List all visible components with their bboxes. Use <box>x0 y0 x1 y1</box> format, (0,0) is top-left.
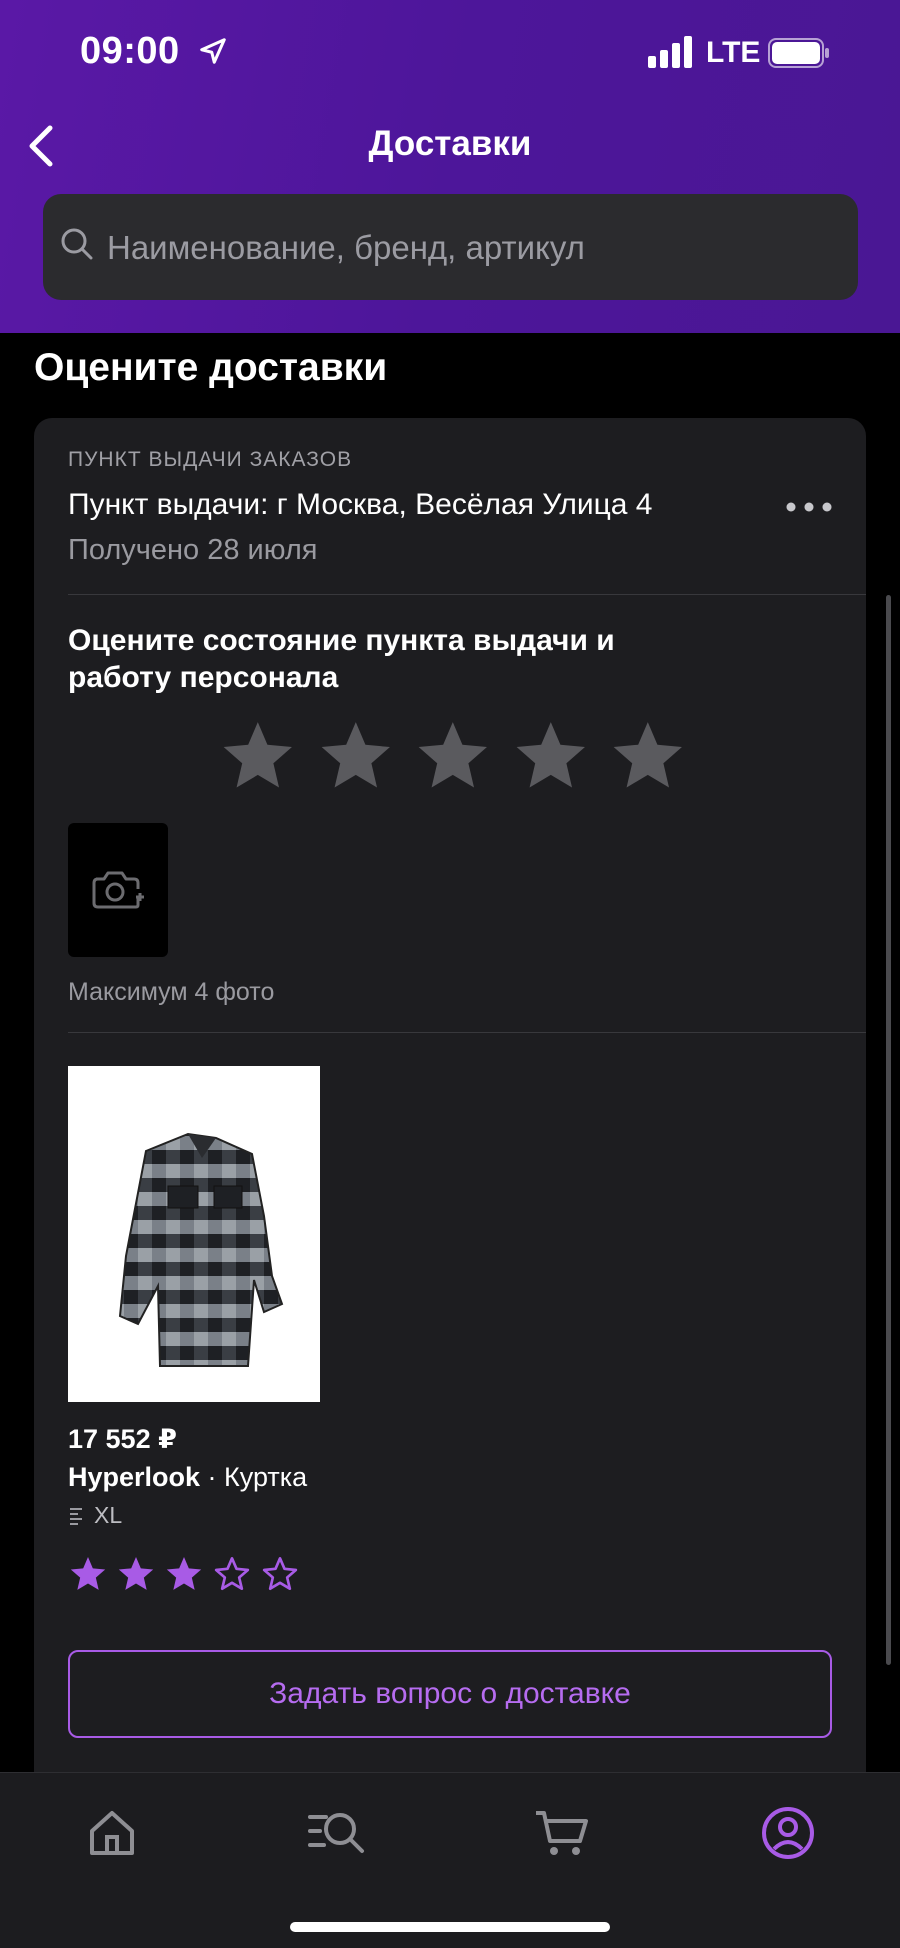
divider <box>68 594 866 595</box>
battery-icon <box>768 38 829 68</box>
product-size: XL <box>68 1502 122 1529</box>
signal-icon <box>648 36 692 68</box>
ask-delivery-question-button[interactable]: Задать вопрос о доставке <box>68 1650 832 1738</box>
brand-separator: · <box>200 1462 225 1492</box>
profile-icon[interactable] <box>758 1803 818 1863</box>
scrollbar[interactable] <box>886 595 891 1665</box>
star-outline-icon[interactable] <box>212 1554 252 1594</box>
product-image[interactable] <box>68 1066 320 1402</box>
star-icon[interactable] <box>413 716 493 796</box>
star-icon[interactable] <box>511 716 591 796</box>
star-icon[interactable] <box>608 716 688 796</box>
received-date: Получено 28 июля <box>68 534 318 566</box>
star-outline-icon[interactable] <box>260 1554 300 1594</box>
section-title: Оцените доставки <box>34 346 388 389</box>
product-price: 17 552 ₽ <box>68 1424 177 1454</box>
camera-plus-icon <box>92 871 144 909</box>
more-options-icon[interactable] <box>784 496 834 518</box>
star-icon[interactable] <box>218 716 298 796</box>
home-indicator <box>290 1922 610 1932</box>
add-photo-button[interactable] <box>68 823 168 957</box>
star-filled-icon[interactable] <box>68 1554 108 1594</box>
cart-icon[interactable] <box>532 1803 592 1863</box>
divider <box>68 1032 866 1033</box>
plaid-jacket-image <box>118 1132 284 1367</box>
product-name: Куртка <box>224 1462 308 1492</box>
rating-prompt: Оцените состояние пункта выдачи и работу… <box>68 624 615 694</box>
star-filled-icon[interactable] <box>164 1554 204 1594</box>
product-brand-line: Hyperlook · Куртка <box>68 1462 307 1493</box>
search-input[interactable] <box>105 194 849 302</box>
network-label: LTE <box>706 36 761 69</box>
star-filled-icon[interactable] <box>116 1554 156 1594</box>
delivery-card: ПУНКТ ВЫДАЧИ ЗАКАЗОВ Пункт выдачи: г Мос… <box>34 418 866 1818</box>
product-rating-stars <box>68 1554 300 1594</box>
search-icon <box>61 228 93 260</box>
size-value: XL <box>94 1502 123 1528</box>
star-icon[interactable] <box>316 716 396 796</box>
location-arrow-icon <box>200 38 226 64</box>
search-bar[interactable] <box>43 194 858 302</box>
pickup-rating-stars <box>218 716 688 800</box>
page-title: Доставки <box>368 124 532 163</box>
home-icon[interactable] <box>82 1803 142 1863</box>
pickup-point-label: ПУНКТ ВЫДАЧИ ЗАКАЗОВ <box>68 448 353 471</box>
catalog-search-icon[interactable] <box>306 1803 366 1863</box>
app-header: 09:00 LTE Доставки <box>0 0 900 333</box>
status-time: 09:00 <box>80 30 180 72</box>
photo-limit-label: Максимум 4 фото <box>68 978 275 1006</box>
product-brand: Hyperlook <box>68 1462 201 1492</box>
size-icon <box>70 1507 82 1525</box>
pickup-point-address: Пункт выдачи: г Москва, Весёлая Улица 4 <box>68 488 653 521</box>
